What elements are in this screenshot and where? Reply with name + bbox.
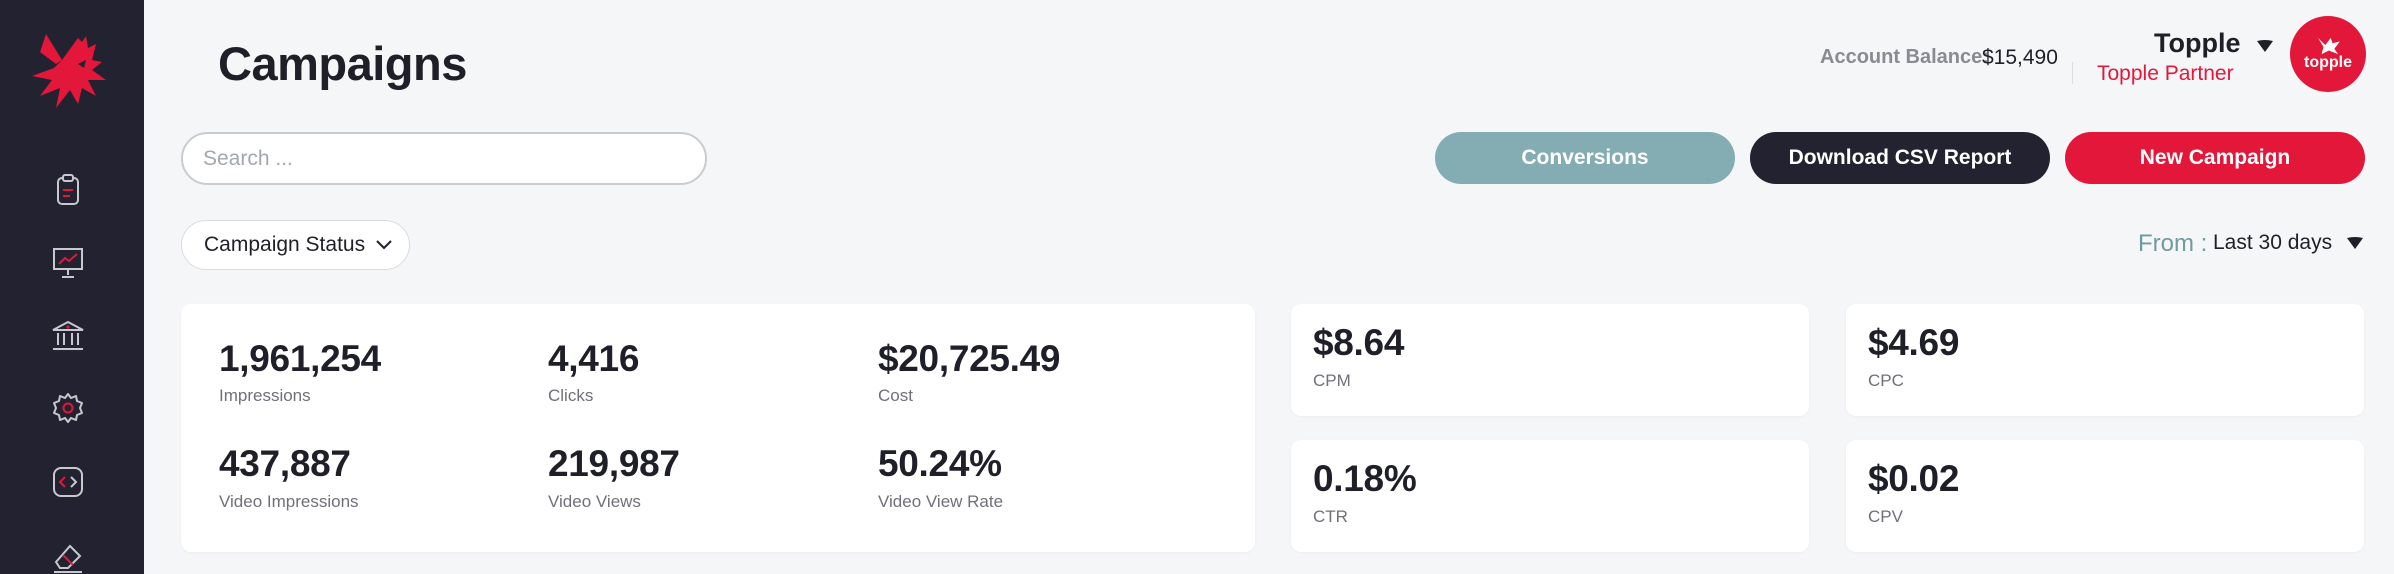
new-campaign-button[interactable]: New Campaign xyxy=(2065,132,2365,184)
video-views-value: 219,987 xyxy=(548,443,680,484)
conversions-button[interactable]: Conversions xyxy=(1435,132,1735,184)
eagle-logo[interactable] xyxy=(26,30,110,116)
ctr-card: 0.18% CTR xyxy=(1291,440,1809,552)
settings-gear-icon[interactable] xyxy=(48,388,88,428)
chevron-down-icon xyxy=(376,240,392,250)
cpc-value: $4.69 xyxy=(1868,322,1960,363)
cpc-card: $4.69 CPC xyxy=(1846,304,2364,416)
account-balance-value: $15,490 xyxy=(1982,46,2058,69)
code-icon[interactable] xyxy=(48,462,88,502)
cpv-card: $0.02 CPV xyxy=(1846,440,2364,552)
date-from-label: From : xyxy=(2138,230,2208,257)
account-balance-label: Account Balance: xyxy=(1820,46,1989,68)
ctr-value: 0.18% xyxy=(1313,458,1417,499)
ctr-label: CTR xyxy=(1313,507,1348,526)
campaign-status-dropdown[interactable]: Campaign Status xyxy=(181,220,410,270)
caret-down-icon[interactable] xyxy=(2346,236,2364,250)
clipboard-icon[interactable] xyxy=(48,170,88,210)
video-view-rate-label: Video View Rate xyxy=(878,492,1004,511)
cpm-card: $8.64 CPM xyxy=(1291,304,1809,416)
date-range-select[interactable]: Last 30 days xyxy=(2213,231,2332,255)
avatar-text: topple xyxy=(2304,54,2352,71)
summary-stats-card: 1,961,254 Impressions 4,416 Clicks $20,7… xyxy=(181,304,1255,552)
impressions-label: Impressions xyxy=(219,386,311,405)
presentation-chart-icon[interactable] xyxy=(48,242,88,282)
cost-label: Cost xyxy=(878,386,913,405)
cost-value: $20,725.49 xyxy=(878,338,1061,379)
search-input[interactable] xyxy=(181,132,707,185)
topple-bird-icon xyxy=(2318,37,2340,55)
impressions-value: 1,961,254 xyxy=(219,338,381,379)
video-impressions-label: Video Impressions xyxy=(219,492,359,511)
page-title: Campaigns xyxy=(218,37,467,90)
caret-down-icon[interactable] xyxy=(2255,38,2275,54)
sidebar xyxy=(0,0,144,574)
cpc-label: CPC xyxy=(1868,371,1904,390)
video-impressions-value: 437,887 xyxy=(219,443,351,484)
header-divider xyxy=(2072,62,2073,84)
avatar[interactable]: topple xyxy=(2290,16,2366,92)
cpv-value: $0.02 xyxy=(1868,458,1960,499)
eraser-icon[interactable] xyxy=(48,536,88,574)
cpv-label: CPV xyxy=(1868,507,1903,526)
clicks-value: 4,416 xyxy=(548,338,640,379)
cpm-value: $8.64 xyxy=(1313,322,1405,363)
video-views-label: Video Views xyxy=(548,492,641,511)
download-csv-button[interactable]: Download CSV Report xyxy=(1750,132,2050,184)
clicks-label: Clicks xyxy=(548,386,594,405)
campaign-status-label: Campaign Status xyxy=(204,233,366,256)
user-name[interactable]: Topple xyxy=(2154,28,2240,59)
bank-icon[interactable] xyxy=(48,316,88,356)
user-role: Topple Partner xyxy=(2097,62,2234,85)
cpm-label: CPM xyxy=(1313,371,1351,390)
video-view-rate-value: 50.24% xyxy=(878,443,1002,484)
